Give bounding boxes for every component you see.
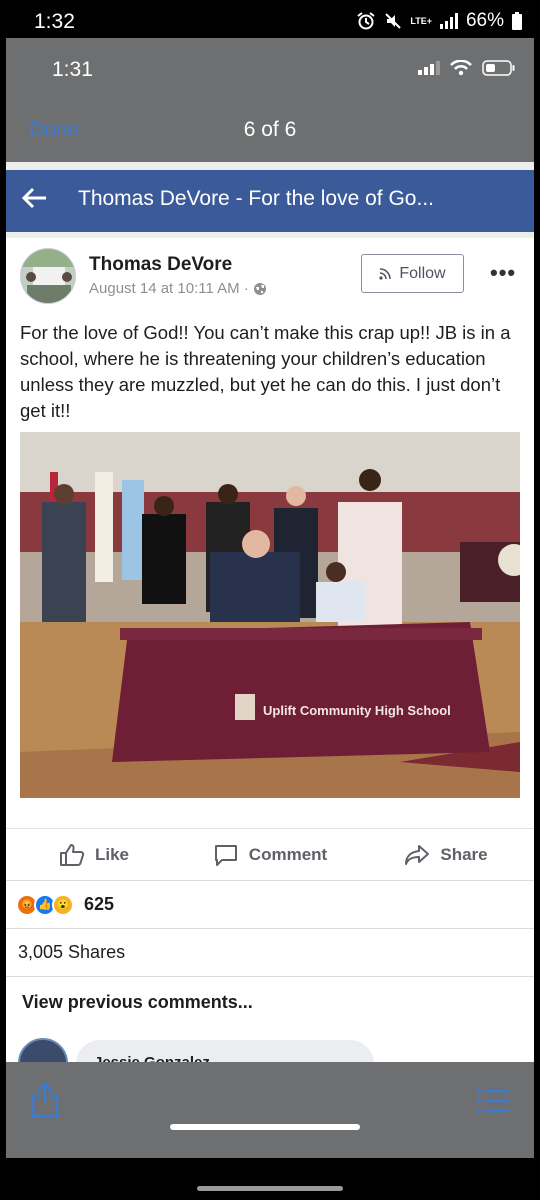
view-previous-comments-link[interactable]: View previous comments... xyxy=(6,976,534,1028)
comment-icon xyxy=(214,844,237,866)
share-label: Share xyxy=(440,844,488,864)
back-arrow-icon[interactable] xyxy=(20,184,48,212)
network-type: LTE+ xyxy=(410,15,432,26)
device-status-icons: LTE+ 66% xyxy=(356,10,522,32)
rss-icon xyxy=(379,267,392,280)
ios-status-icons xyxy=(418,60,516,76)
signal-icon xyxy=(439,13,458,29)
shares-count[interactable]: 3,005 Shares xyxy=(6,928,534,976)
like-label: Like xyxy=(94,844,130,864)
follow-button[interactable]: Follow xyxy=(361,254,464,293)
android-home-indicator[interactable] xyxy=(197,1186,343,1191)
mute-icon xyxy=(385,13,402,29)
post-text: For the love of God!! You can’t make thi… xyxy=(20,322,511,421)
ios-bottom-toolbar xyxy=(6,1062,534,1158)
author-name[interactable]: Thomas DeVore xyxy=(89,254,232,276)
thumbs-up-icon xyxy=(59,843,85,866)
post-meta: August 14 at 10:11 AM · xyxy=(89,280,267,297)
follow-label: Follow xyxy=(399,264,446,282)
wifi-icon xyxy=(450,60,472,76)
more-options-icon[interactable]: ••• xyxy=(490,260,516,286)
photo-illustration: Uplift Community High School xyxy=(20,432,520,798)
post-actions: Like Comment Share xyxy=(6,828,534,880)
photo-counter: 6 of 6 xyxy=(243,118,297,141)
comment-label: Comment xyxy=(248,844,328,864)
reactions-row[interactable]: 😡 👍 😮 625 xyxy=(6,880,534,928)
reaction-icons: 😡 👍 😮 xyxy=(16,893,74,916)
ios-share-icon[interactable] xyxy=(30,1082,60,1118)
alarm-icon xyxy=(357,12,375,30)
comment-button[interactable]: Comment xyxy=(182,829,358,880)
ios-photo-viewer-bar: 1:31 Done 6 of 6 xyxy=(6,38,534,162)
ios-time: 1:31 xyxy=(52,58,93,81)
author-avatar[interactable] xyxy=(20,248,76,304)
post-timestamp[interactable]: August 14 at 10:11 AM · xyxy=(89,280,249,297)
facebook-header: Thomas DeVore - For the love of Go... xyxy=(6,170,534,232)
post-photo[interactable]: Uplift Community High School xyxy=(20,432,520,798)
device-status-bar: 1:32 LTE+ 66% xyxy=(0,0,540,40)
list-icon[interactable] xyxy=(476,1088,510,1114)
screenshot-frame: 1:31 Done 6 of 6 Thomas DeVore - For the… xyxy=(6,38,534,1158)
photo-sign-text: Uplift Community High School xyxy=(263,703,451,718)
share-button[interactable]: Share xyxy=(358,829,534,880)
header-title: Thomas DeVore - For the love of Go... xyxy=(78,187,434,210)
reaction-count: 625 xyxy=(84,894,115,914)
facebook-post: Thomas DeVore August 14 at 10:11 AM · Fo… xyxy=(6,238,534,1158)
like-button[interactable]: Like xyxy=(6,829,182,880)
wow-reaction-icon: 😮 xyxy=(52,893,74,916)
device-time: 1:32 xyxy=(34,10,75,33)
battery-percent: 66% xyxy=(465,10,504,31)
share-arrow-icon xyxy=(405,844,430,865)
cellular-icon xyxy=(418,61,440,75)
ios-battery-icon xyxy=(482,60,515,76)
ios-home-indicator xyxy=(170,1124,360,1130)
globe-icon xyxy=(253,282,266,295)
battery-icon xyxy=(512,12,522,30)
